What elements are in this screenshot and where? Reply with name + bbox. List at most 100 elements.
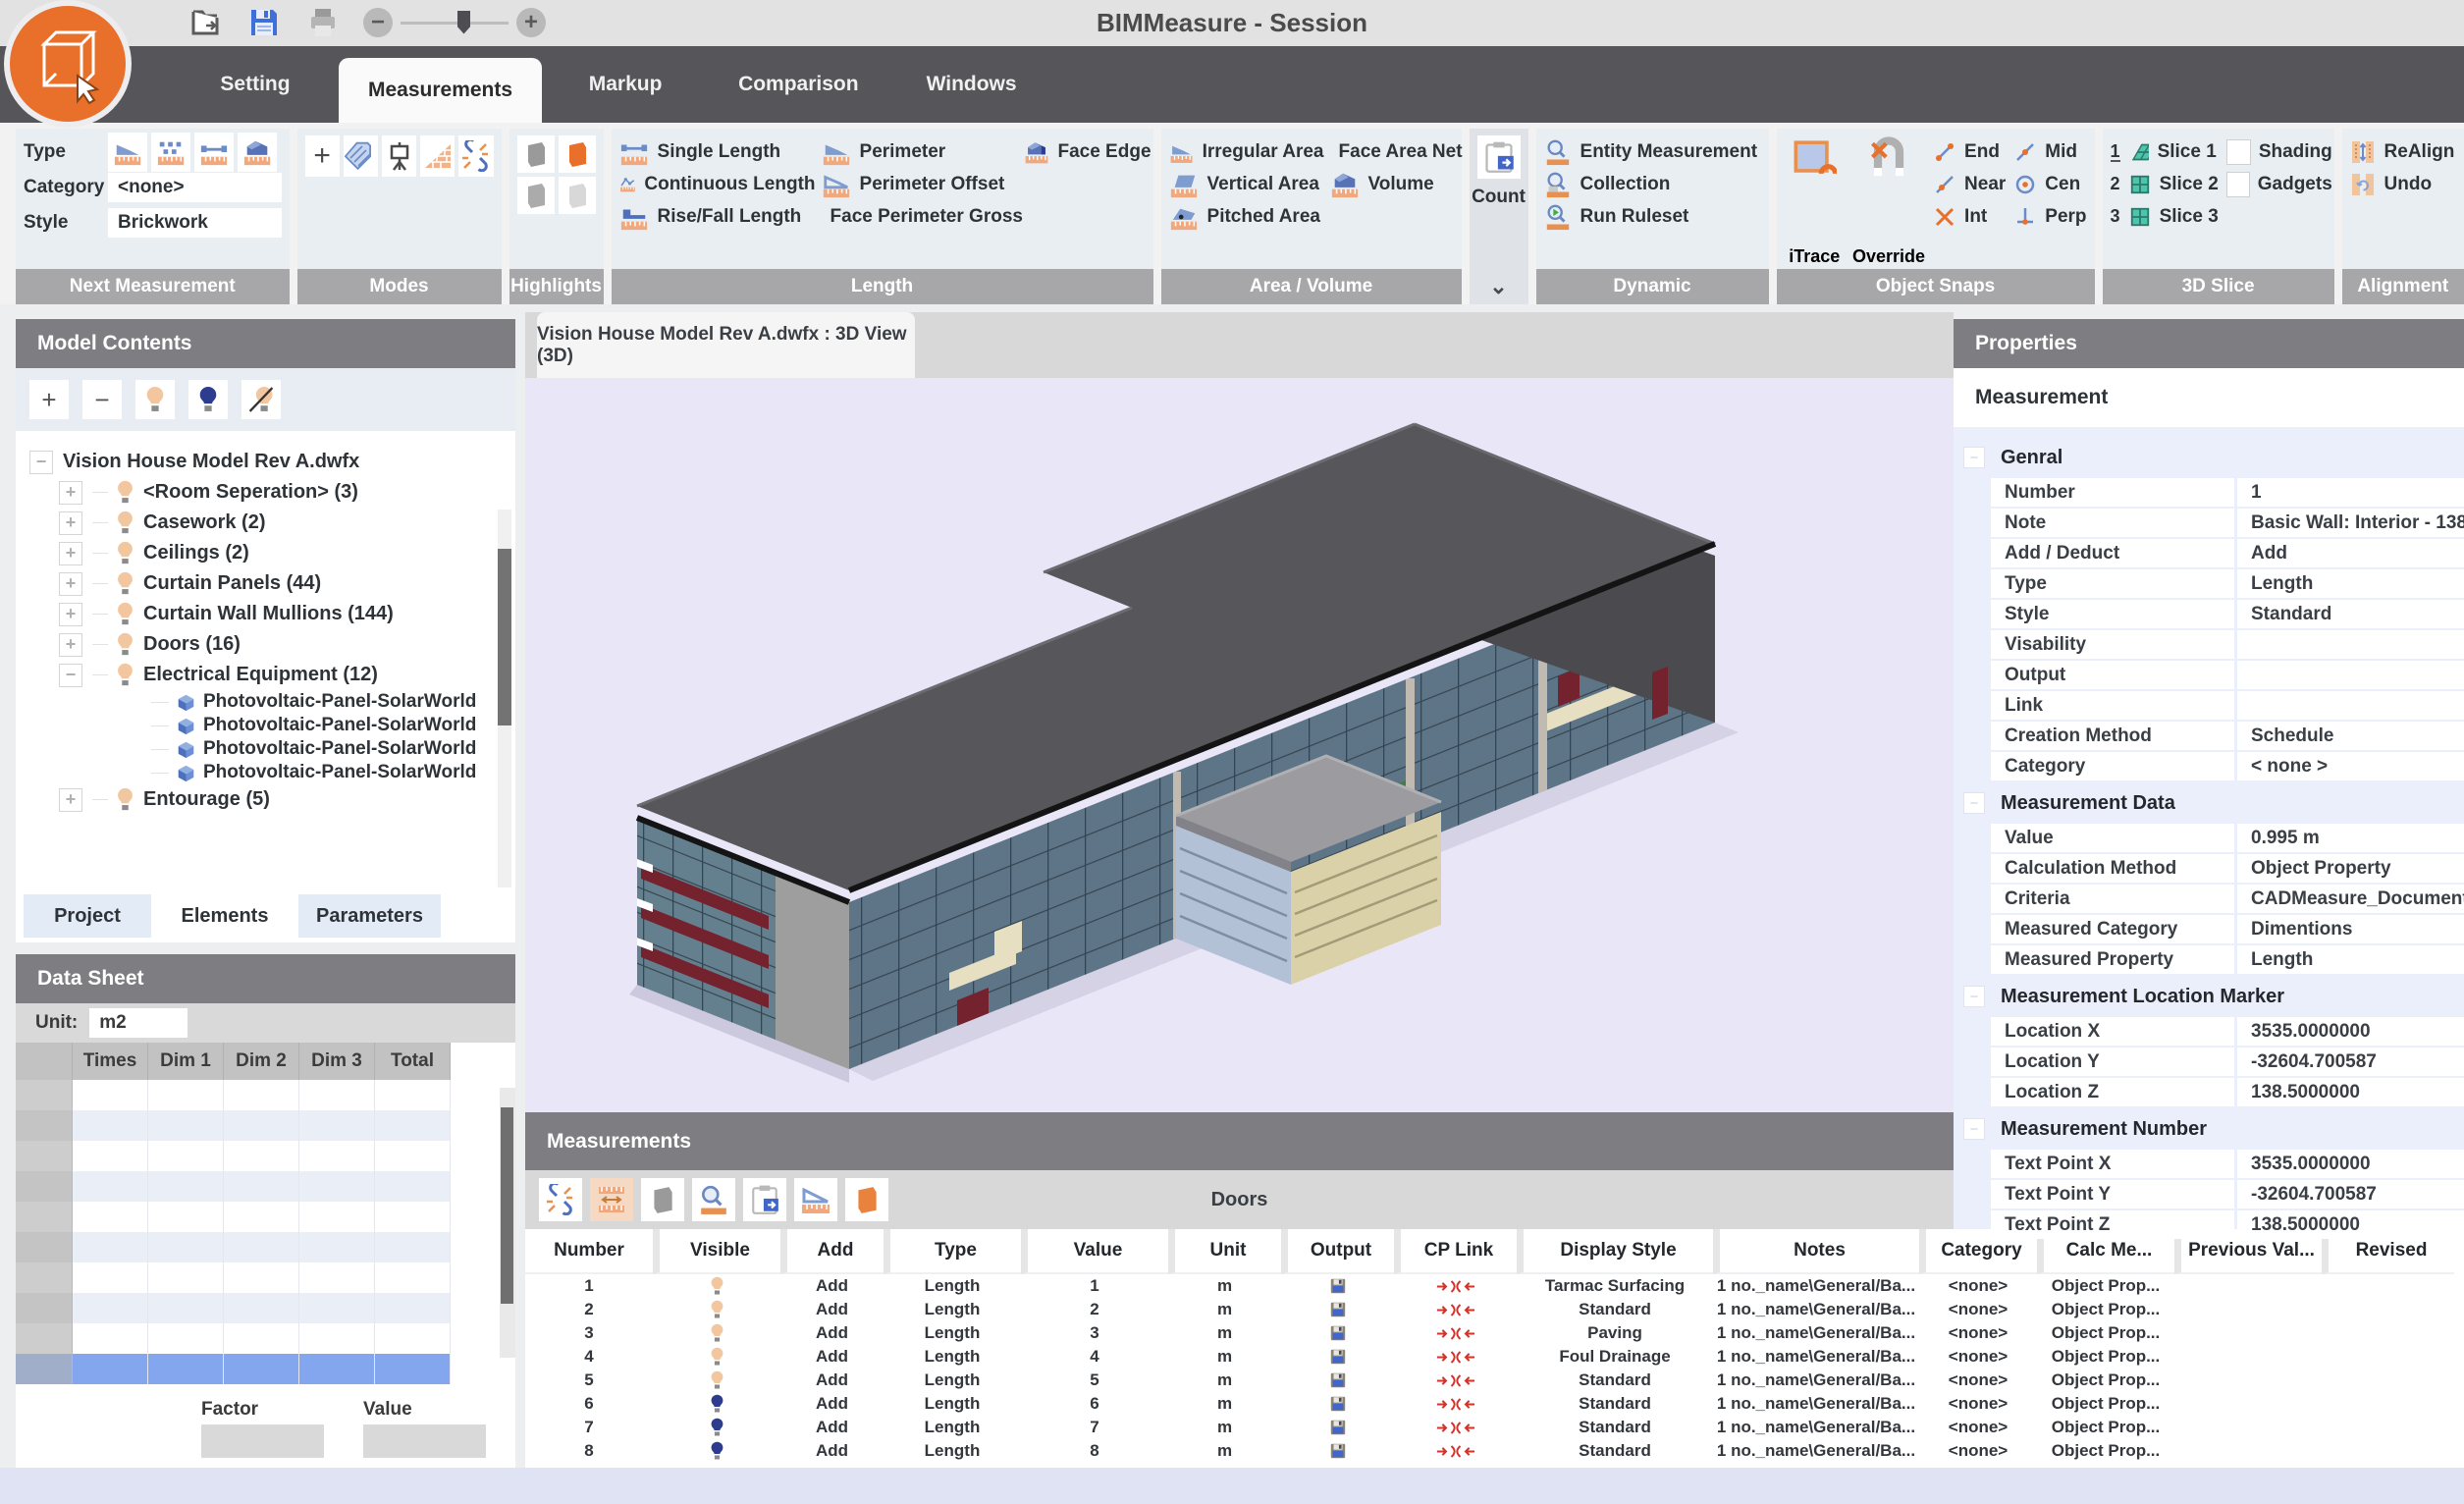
tree-category-row[interactable]: + Casework (2) xyxy=(16,508,515,538)
style-select[interactable]: Brickwork xyxy=(108,208,282,238)
property-row[interactable]: Location Z 138.5000000 xyxy=(1954,1078,2464,1106)
property-row[interactable]: Note Basic Wall: Interior - 138m xyxy=(1954,509,2464,537)
tree-scrollbar-thumb[interactable] xyxy=(498,549,511,725)
row-header-cell[interactable] xyxy=(16,1110,73,1141)
cell-cp-link[interactable] xyxy=(1394,1321,1517,1345)
expand-icon[interactable]: − xyxy=(59,664,82,687)
expand-icon[interactable]: + xyxy=(59,572,82,596)
cell-add[interactable]: Add xyxy=(780,1298,884,1321)
data-sheet-cell[interactable] xyxy=(224,1110,299,1141)
cell-visible[interactable] xyxy=(653,1439,780,1463)
data-sheet-row[interactable] xyxy=(16,1323,515,1354)
property-value[interactable]: < none > xyxy=(2237,752,2464,780)
data-sheet-cell[interactable] xyxy=(73,1262,148,1293)
data-sheet-cell[interactable] xyxy=(299,1232,375,1262)
data-sheet-cell[interactable] xyxy=(73,1232,148,1262)
hide-bulb-button[interactable] xyxy=(188,380,228,419)
data-sheet-cell[interactable] xyxy=(148,1110,224,1141)
data-sheet-cell[interactable] xyxy=(73,1110,148,1141)
property-row[interactable]: Value 0.995 m xyxy=(1954,824,2464,852)
zoom-in-button[interactable]: + xyxy=(516,8,546,37)
cell-cp-link[interactable] xyxy=(1394,1416,1517,1439)
visibility-bulb-icon[interactable] xyxy=(116,510,134,535)
ribbon-item-continuous-length[interactable]: Continuous Length xyxy=(619,168,816,200)
data-sheet-row[interactable] xyxy=(16,1080,515,1110)
spacing-button[interactable] xyxy=(590,1178,633,1221)
property-row[interactable]: Text Point Z 138.5000000 xyxy=(1954,1210,2464,1239)
data-sheet-cell[interactable] xyxy=(224,1141,299,1171)
tree-category-row[interactable]: + Curtain Panels (44) xyxy=(16,568,515,599)
data-sheet-cell[interactable] xyxy=(73,1323,148,1354)
cell-output[interactable] xyxy=(1281,1345,1394,1369)
snap-end[interactable]: End xyxy=(1933,135,2006,168)
data-sheet-row[interactable] xyxy=(16,1232,515,1262)
row-header-cell[interactable] xyxy=(16,1323,73,1354)
data-sheet-cell[interactable] xyxy=(299,1141,375,1171)
data-sheet-selected-row[interactable] xyxy=(16,1354,515,1384)
property-row[interactable]: Number 1 xyxy=(1954,478,2464,507)
cell-add[interactable]: Add xyxy=(780,1392,884,1416)
property-row[interactable]: Measured Category Dimentions xyxy=(1954,915,2464,943)
mode-brick-button[interactable] xyxy=(420,135,455,177)
expand-icon[interactable]: + xyxy=(59,603,82,626)
ribbon-item-run-ruleset[interactable]: Run Ruleset xyxy=(1544,200,1761,233)
mode-unlink-button[interactable] xyxy=(458,135,493,177)
tree-category-row[interactable]: + <Room Seperation> (3) xyxy=(16,477,515,508)
tree-sub-row[interactable]: Photovoltaic-Panel-SolarWorld xyxy=(16,714,515,737)
slice-1-item[interactable]: 1Slice 1 xyxy=(2111,135,2219,168)
row-header-cell[interactable] xyxy=(16,1141,73,1171)
property-value[interactable]: Length xyxy=(2237,945,2464,974)
viewport-3d[interactable] xyxy=(525,378,1954,1112)
cell-output[interactable] xyxy=(1281,1392,1394,1416)
property-value[interactable]: Length xyxy=(2237,569,2464,598)
itrace-icon[interactable] xyxy=(1792,135,1837,181)
cell-add[interactable]: Add xyxy=(780,1416,884,1439)
measurement-row[interactable]: 3 Add Length 3 m Paving 1 no._name\Gener… xyxy=(525,1321,2464,1345)
cell-add[interactable]: Add xyxy=(780,1369,884,1392)
cell-output[interactable] xyxy=(1281,1416,1394,1439)
count-clipboard-button[interactable] xyxy=(743,1178,786,1221)
collapse-icon[interactable]: − xyxy=(29,451,53,474)
mode-add-button[interactable]: + xyxy=(305,135,340,177)
ribbon-item-entity-measurement[interactable]: Entity Measurement xyxy=(1544,135,1761,168)
tree-root[interactable]: − Vision House Model Rev A.dwfx xyxy=(16,447,515,477)
data-sheet-cell[interactable] xyxy=(375,1262,451,1293)
property-value[interactable]: 138.5000000 xyxy=(2237,1210,2464,1239)
data-sheet-cell[interactable] xyxy=(148,1323,224,1354)
data-sheet-cell[interactable] xyxy=(148,1354,224,1384)
cell-visible[interactable] xyxy=(653,1416,780,1439)
mode-station-button[interactable] xyxy=(382,135,416,177)
expand-icon[interactable]: + xyxy=(59,633,82,657)
tree-sub-row[interactable]: Photovoltaic-Panel-SolarWorld xyxy=(16,737,515,761)
show-bulb-button[interactable] xyxy=(135,380,175,419)
property-row[interactable]: Creation Method Schedule xyxy=(1954,722,2464,750)
cell-output[interactable] xyxy=(1281,1298,1394,1321)
cell-visible[interactable] xyxy=(653,1298,780,1321)
property-value[interactable]: Basic Wall: Interior - 138m xyxy=(2237,509,2464,537)
data-sheet-cell[interactable] xyxy=(224,1354,299,1384)
data-sheet-cell[interactable] xyxy=(73,1354,148,1384)
tree-category-row[interactable]: − Electrical Equipment (12) xyxy=(16,660,515,690)
tab-markup[interactable]: Markup xyxy=(542,46,709,123)
measurements-column-header[interactable]: Type xyxy=(884,1229,1021,1274)
property-value[interactable]: -32604.700587 xyxy=(2237,1047,2464,1076)
cell-cp-link[interactable] xyxy=(1394,1298,1517,1321)
data-sheet-cell[interactable] xyxy=(73,1171,148,1202)
row-header-cell[interactable] xyxy=(16,1080,73,1110)
data-sheet-cell[interactable] xyxy=(73,1293,148,1323)
property-row[interactable]: Category < none > xyxy=(1954,752,2464,780)
row-header-cell[interactable] xyxy=(16,1232,73,1262)
measurements-column-header[interactable]: Display Style xyxy=(1517,1229,1713,1274)
slice-2-item[interactable]: 2Slice 2 xyxy=(2111,168,2219,200)
data-sheet-cell[interactable] xyxy=(148,1141,224,1171)
factor-input[interactable] xyxy=(201,1424,324,1458)
data-sheet-cell[interactable] xyxy=(375,1323,451,1354)
cell-visible[interactable] xyxy=(653,1321,780,1345)
expand-icon[interactable]: + xyxy=(59,542,82,565)
category-select[interactable]: <none> xyxy=(108,173,282,202)
toggle-visibility-button[interactable] xyxy=(241,380,281,419)
cell-cp-link[interactable] xyxy=(1394,1345,1517,1369)
ribbon-item-irregular-area[interactable]: Irregular Area xyxy=(1169,135,1324,168)
cell-output[interactable] xyxy=(1281,1274,1394,1298)
unlink-button[interactable] xyxy=(539,1178,582,1221)
